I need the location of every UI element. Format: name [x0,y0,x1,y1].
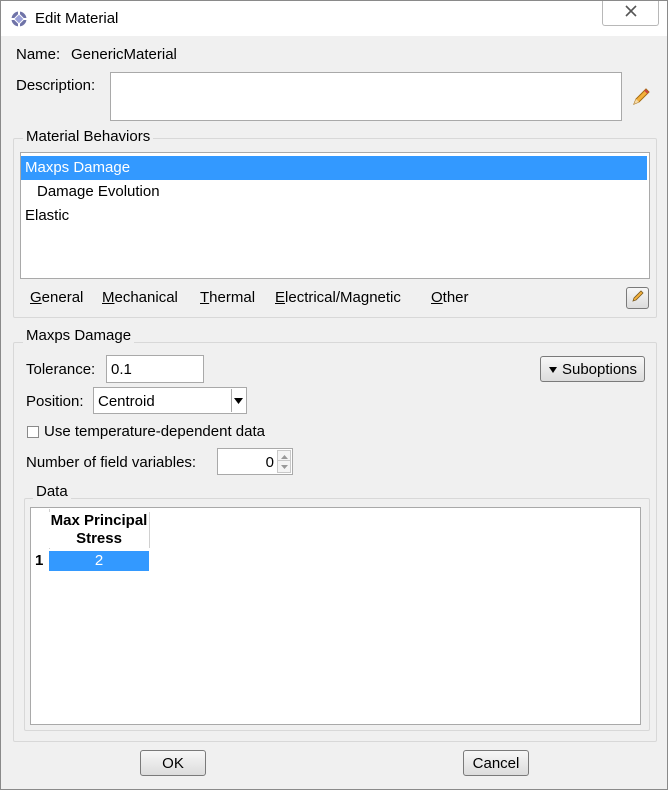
edit-behavior-button[interactable] [626,287,649,309]
field-variables-spinner[interactable]: 0 [217,448,293,475]
edit-pencil-icon [631,289,645,307]
dialog-body: Name: GenericMaterial Description: Mater… [7,36,661,783]
tolerance-input[interactable]: 0.1 [106,355,204,383]
material-behaviors-title: Material Behaviors [23,128,154,145]
spin-down-icon[interactable] [277,460,291,473]
behavior-menu-bar: General Mechanical Thermal Electrical/Ma… [20,286,620,310]
list-item-maxps-damage[interactable]: Maxps Damage [21,156,647,180]
menu-general[interactable]: General [30,286,83,310]
position-label: Position: [26,393,84,410]
chevron-down-icon[interactable] [231,389,245,412]
menu-thermal[interactable]: Thermal [200,286,255,310]
temperature-dependent-checkbox[interactable] [27,426,39,438]
description-field[interactable] [110,72,622,121]
row-index: 1 [35,552,44,569]
position-select[interactable]: Centroid [93,387,247,414]
table-corner [32,509,50,549]
dropdown-arrow-icon [548,361,558,378]
material-name-value: GenericMaterial [71,46,177,63]
table-cell[interactable]: 2 [49,551,149,571]
description-label: Description: [16,77,96,94]
title-bar: Edit Material [1,1,667,36]
temperature-dependent-label: Use temperature-dependent data [44,423,265,440]
list-item-damage-evolution[interactable]: Damage Evolution [21,180,160,204]
window-title: Edit Material [35,10,119,27]
menu-mechanical[interactable]: Mechanical [102,286,178,310]
edit-material-dialog: Edit Material Name: GenericMaterial Desc… [0,0,668,790]
name-label: Name: [16,46,61,63]
data-table[interactable]: Max Principal Stress 1 2 [30,507,641,725]
data-title: Data [33,483,71,500]
tolerance-label: Tolerance: [26,361,96,378]
field-variables-label: Number of field variables: [26,454,197,471]
cancel-button[interactable]: Cancel [463,750,529,776]
behaviors-list[interactable]: Maxps Damage Damage Evolution Elastic [20,152,650,279]
abaqus-app-icon [10,10,28,28]
edit-pencil-icon[interactable] [630,86,652,112]
section-title: Maxps Damage [23,327,135,344]
close-icon [624,4,638,22]
menu-other[interactable]: Other [431,286,469,310]
suboptions-button[interactable]: Suboptions [540,356,645,382]
ok-button[interactable]: OK [140,750,206,776]
list-item-elastic[interactable]: Elastic [21,204,69,228]
menu-electrical-magnetic[interactable]: Electrical/Magnetic [275,286,401,310]
close-button[interactable] [602,1,659,26]
column-header-max-principal-stress[interactable]: Max Principal Stress [49,512,150,548]
